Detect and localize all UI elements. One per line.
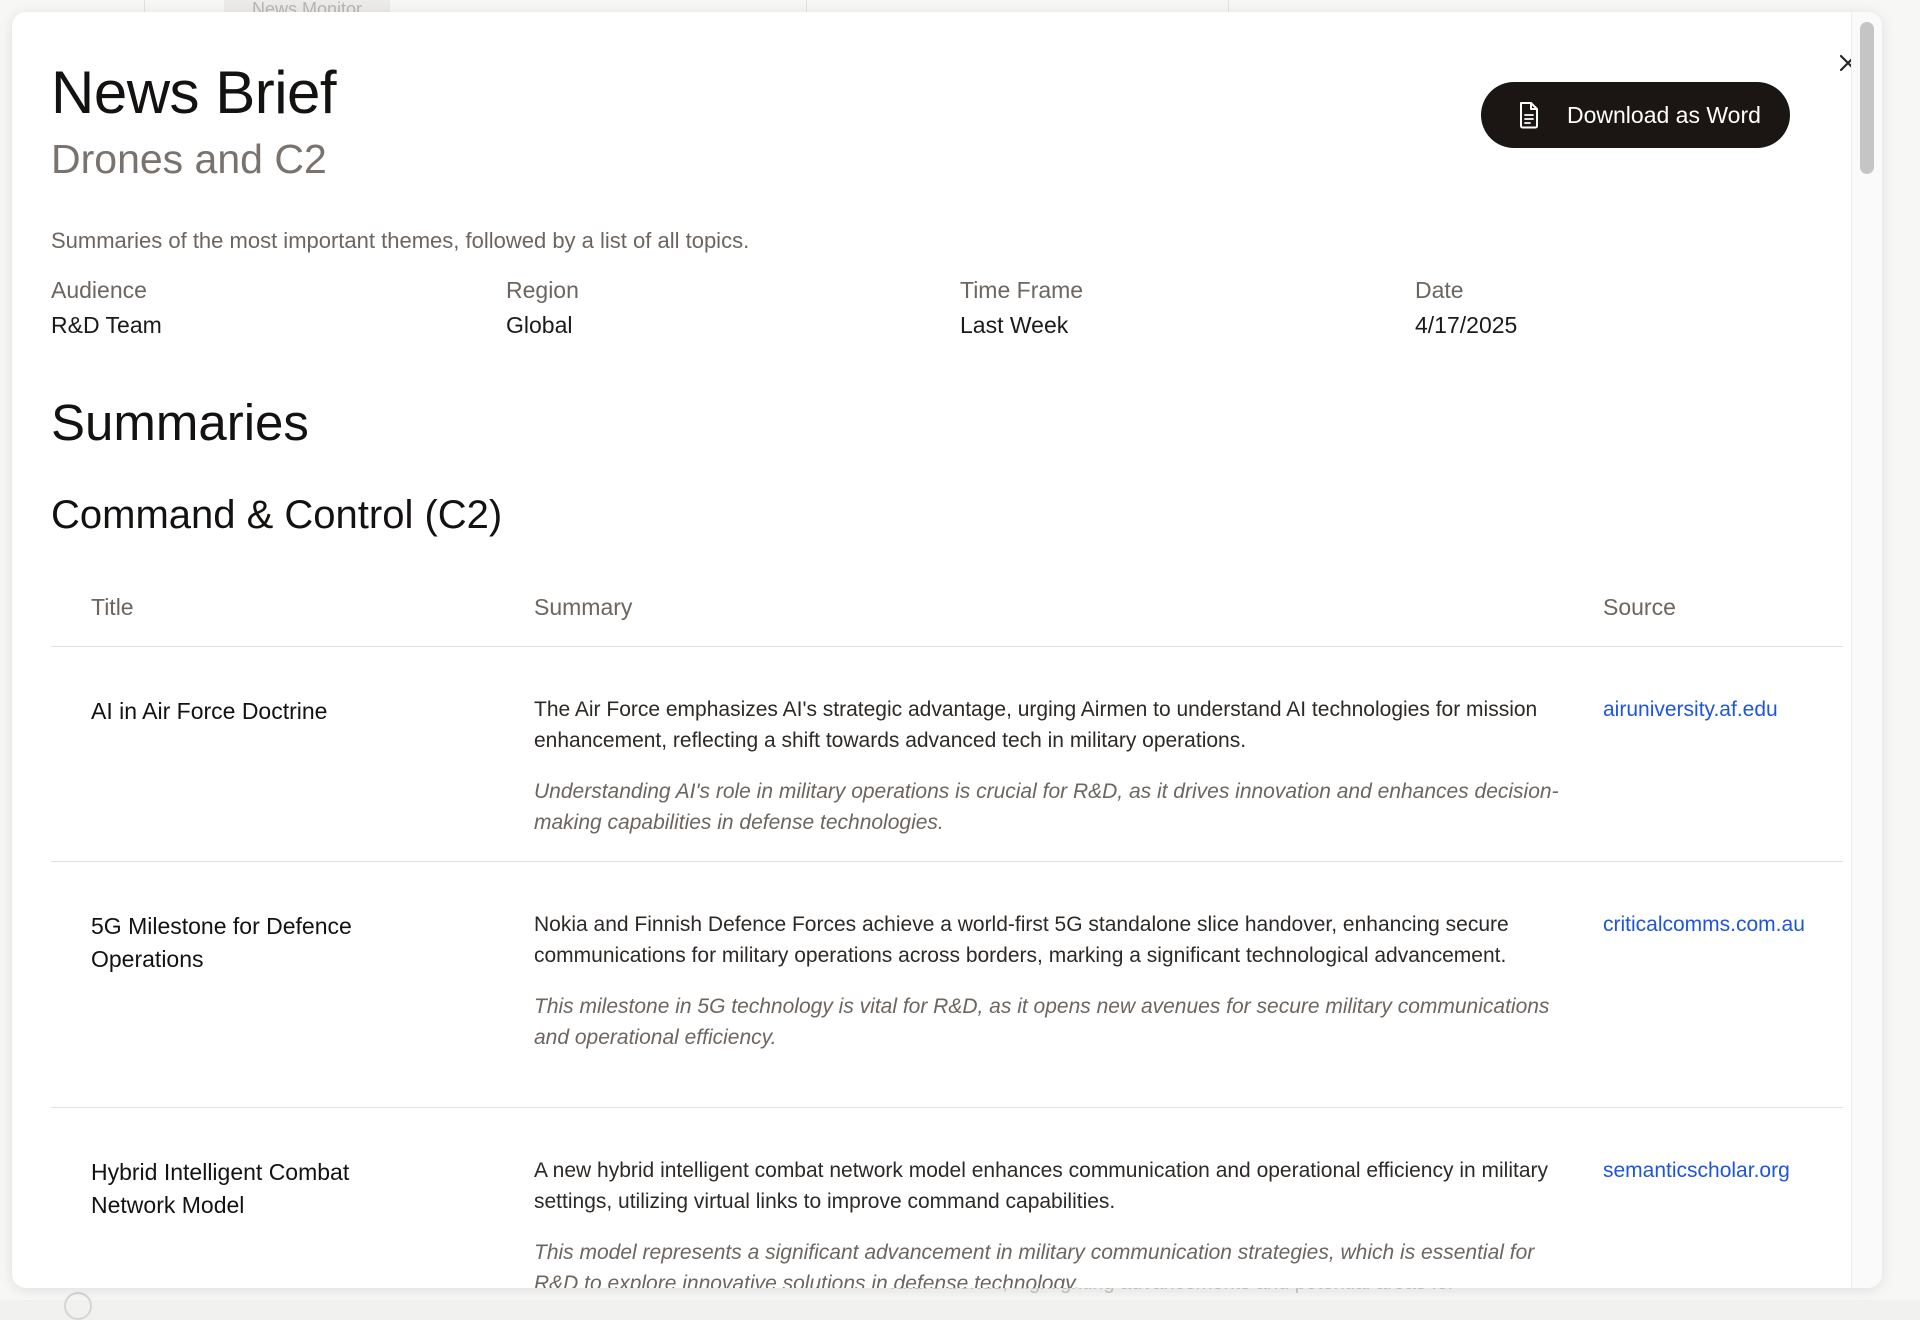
row-title: Hybrid Intelligent Combat Network Model: [91, 1159, 350, 1218]
group-heading: Command & Control (C2): [51, 493, 503, 537]
meta-region: Region Global: [506, 274, 906, 341]
meta-value: R&D Team: [51, 312, 162, 338]
download-word-button[interactable]: Download as Word: [1481, 82, 1790, 148]
modal-scrollbar[interactable]: [1851, 12, 1882, 1288]
meta-time-frame: Time Frame Last Week: [960, 274, 1360, 341]
brief-description: Summaries of the most important themes, …: [51, 228, 750, 253]
background-divider: [144, 0, 145, 12]
source-link[interactable]: airuniversity.af.edu: [1603, 694, 1778, 725]
source-link[interactable]: criticalcomms.com.au: [1603, 909, 1805, 940]
meta-value: Global: [506, 312, 573, 338]
meta-label: Time Frame: [960, 277, 1084, 303]
table-row: 5G Milestone for Defence Operations Noki…: [51, 862, 1843, 1108]
row-title: AI in Air Force Doctrine: [91, 698, 328, 724]
table-row: AI in Air Force Doctrine The Air Force e…: [51, 647, 1843, 862]
row-summary-cell: Nokia and Finnish Defence Forces achieve…: [534, 909, 1564, 1053]
row-insight: Understanding AI's role in military oper…: [534, 780, 1559, 834]
column-header-title: Title: [91, 594, 134, 620]
meta-label: Region: [506, 277, 579, 303]
table-header: Title Summary Source: [51, 572, 1843, 647]
table-row: Hybrid Intelligent Combat Network Model …: [51, 1108, 1843, 1288]
page-subtitle: Drones and C2: [51, 136, 327, 182]
background-divider: [806, 0, 807, 12]
download-button-label: Download as Word: [1567, 101, 1761, 128]
page-title: News Brief: [51, 59, 337, 126]
source-link[interactable]: semanticscholar.org: [1603, 1155, 1790, 1186]
meta-label: Date: [1415, 277, 1464, 303]
row-summary-cell: The Air Force emphasizes AI's strategic …: [534, 694, 1564, 838]
row-summary: Nokia and Finnish Defence Forces achieve…: [534, 913, 1509, 967]
news-brief-modal: News Brief Drones and C2 Download as Wor…: [12, 12, 1882, 1288]
background-divider: [1228, 0, 1229, 12]
row-insight: This milestone in 5G technology is vital…: [534, 995, 1550, 1049]
section-heading-summaries: Summaries: [51, 394, 309, 451]
meta-audience: Audience R&D Team: [51, 274, 451, 341]
meta-date: Date 4/17/2025: [1415, 274, 1815, 341]
summaries-table: Title Summary Source AI in Air Force Doc…: [51, 572, 1843, 1288]
scrollbar-thumb[interactable]: [1860, 22, 1874, 174]
meta-label: Audience: [51, 277, 147, 303]
meta-value: Last Week: [960, 312, 1069, 338]
background-circle-icon: [64, 1292, 92, 1320]
row-title: 5G Milestone for Defence Operations: [91, 913, 352, 972]
row-summary: The Air Force emphasizes AI's strategic …: [534, 698, 1538, 752]
column-header-summary: Summary: [534, 594, 633, 620]
row-insight: This model represents a significant adva…: [534, 1241, 1535, 1288]
row-summary-cell: A new hybrid intelligent combat network …: [534, 1155, 1564, 1288]
document-icon: [1517, 101, 1541, 129]
meta-value: 4/17/2025: [1415, 312, 1518, 338]
row-summary: A new hybrid intelligent combat network …: [534, 1159, 1548, 1213]
column-header-source: Source: [1603, 594, 1676, 620]
